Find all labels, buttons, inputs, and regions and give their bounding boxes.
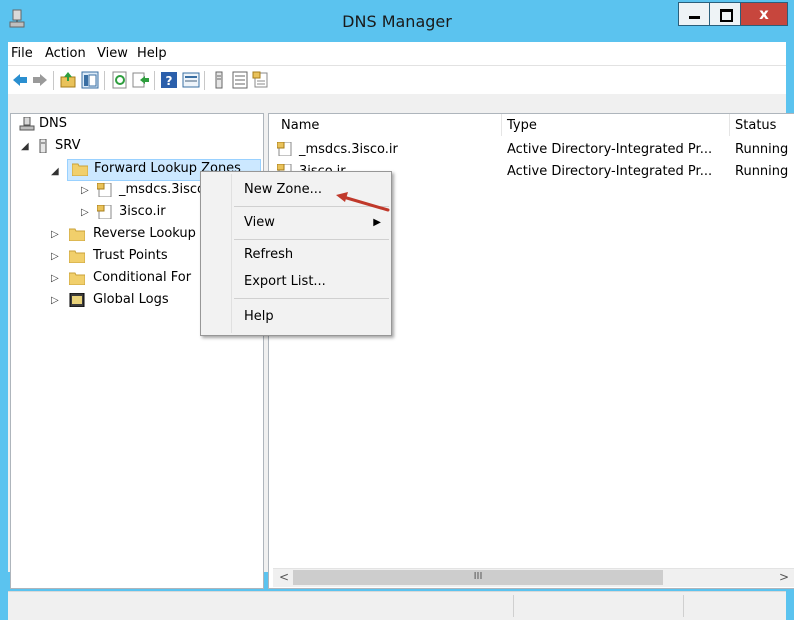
collapsed-arrow-icon[interactable]: ▷ xyxy=(51,273,59,284)
toolbar-separator xyxy=(53,71,54,90)
window-title: DNS Manager xyxy=(342,12,452,31)
server-icon[interactable] xyxy=(210,71,228,89)
toolbar-separator xyxy=(204,71,205,90)
zone-file-icon xyxy=(97,183,112,197)
scroll-left-icon[interactable]: < xyxy=(279,570,289,584)
tree-item-dns[interactable]: DNS xyxy=(13,115,253,135)
status-bar xyxy=(8,591,786,620)
zone-icon[interactable] xyxy=(252,71,270,89)
minimize-button[interactable] xyxy=(678,2,710,26)
column-header-type[interactable]: Type xyxy=(507,118,537,133)
dns-manager-window: DNS Manager x File Action View Help ? DN… xyxy=(0,0,794,620)
menu-help[interactable]: Help xyxy=(137,46,167,61)
toolbar: ? xyxy=(8,66,786,94)
tree-label: _msdcs.3isco xyxy=(119,182,205,197)
folder-icon xyxy=(72,163,88,176)
menu-item-export-list[interactable]: Export List... xyxy=(201,271,391,293)
list-item-status: Running xyxy=(735,142,789,157)
collapsed-arrow-icon[interactable]: ▷ xyxy=(81,185,89,196)
menu-item-label: Help xyxy=(244,309,274,324)
close-button[interactable]: x xyxy=(740,2,788,26)
list-item-name: _msdcs.3isco.ir xyxy=(299,142,398,157)
submenu-arrow-icon: ▶ xyxy=(373,217,381,228)
server-icon xyxy=(39,139,47,153)
maximize-button[interactable] xyxy=(709,2,741,26)
menu-separator xyxy=(234,298,389,299)
refresh-icon[interactable] xyxy=(111,71,129,89)
forward-arrow-icon[interactable] xyxy=(31,71,49,89)
annotation-arrow-icon xyxy=(336,192,390,212)
menu-item-label: Refresh xyxy=(244,247,294,262)
status-divider xyxy=(513,595,514,617)
close-icon: x xyxy=(759,5,769,23)
menu-item-refresh[interactable]: Refresh xyxy=(201,244,391,266)
scroll-right-icon[interactable]: > xyxy=(779,570,789,584)
menu-item-label: New Zone... xyxy=(244,182,322,197)
menu-action[interactable]: Action xyxy=(45,46,86,61)
zone-file-icon xyxy=(277,142,292,156)
back-arrow-icon[interactable] xyxy=(11,71,29,89)
collapsed-arrow-icon[interactable]: ▷ xyxy=(81,207,89,218)
toolbar-separator xyxy=(154,71,155,90)
list-item-type: Active Directory-Integrated Pr... xyxy=(507,142,713,157)
tree-label: SRV xyxy=(55,138,81,153)
menu-view[interactable]: View xyxy=(97,46,128,61)
title-bar[interactable]: DNS Manager x xyxy=(0,0,794,42)
help-icon[interactable]: ? xyxy=(160,71,178,89)
tree-item-srv[interactable]: ◢ SRV xyxy=(13,137,253,157)
list-icon[interactable] xyxy=(231,71,249,89)
folder-icon xyxy=(69,250,85,263)
list-item-type: Active Directory-Integrated Pr... xyxy=(507,164,713,179)
collapsed-arrow-icon[interactable]: ▷ xyxy=(51,295,59,306)
menu-bar: File Action View Help xyxy=(8,42,786,66)
column-divider[interactable] xyxy=(729,114,730,136)
event-log-icon xyxy=(69,293,85,307)
scrollbar-grip: III xyxy=(473,571,483,582)
folder-icon xyxy=(69,272,85,285)
menu-item-label: Export List... xyxy=(244,274,326,289)
menu-item-help[interactable]: Help xyxy=(201,306,391,328)
dns-icon xyxy=(19,117,35,131)
menu-file[interactable]: File xyxy=(11,46,33,61)
tree-label: Global Logs xyxy=(93,292,169,307)
horizontal-scrollbar[interactable]: < III > xyxy=(273,568,794,587)
svg-text:?: ? xyxy=(166,74,173,88)
toolbar-separator xyxy=(104,71,105,90)
up-folder-icon[interactable] xyxy=(59,71,77,89)
expanded-arrow-icon[interactable]: ◢ xyxy=(21,141,29,152)
collapsed-arrow-icon[interactable]: ▷ xyxy=(51,229,59,240)
export-list-icon[interactable] xyxy=(132,71,150,89)
show-hide-tree-icon[interactable] xyxy=(81,71,99,89)
scrollbar-thumb[interactable]: III xyxy=(293,570,663,585)
column-header-name[interactable]: Name xyxy=(281,118,319,133)
properties-icon[interactable] xyxy=(182,71,200,89)
list-header: Name Type Status xyxy=(269,114,794,136)
status-divider xyxy=(683,595,684,617)
tree-label: Trust Points xyxy=(93,248,168,263)
list-item-status: Running xyxy=(735,164,789,179)
zone-file-icon xyxy=(97,205,112,219)
tree-label: 3isco.ir xyxy=(119,204,166,219)
list-item[interactable]: _msdcs.3isco.ir Active Directory-Integra… xyxy=(277,141,794,161)
menu-separator xyxy=(234,239,389,240)
client-area: File Action View Help ? DNS ◢ SRV Forwar… xyxy=(8,42,794,620)
folder-icon xyxy=(69,228,85,241)
tree-label: DNS xyxy=(39,116,67,131)
tree-label: Conditional For xyxy=(93,270,192,285)
expanded-arrow-icon[interactable]: ◢ xyxy=(51,166,59,177)
menu-item-label: View xyxy=(244,215,275,230)
collapsed-arrow-icon[interactable]: ▷ xyxy=(51,251,59,262)
column-divider[interactable] xyxy=(501,114,502,136)
column-header-status[interactable]: Status xyxy=(735,118,776,133)
tree-label: Reverse Lookup xyxy=(93,226,196,241)
